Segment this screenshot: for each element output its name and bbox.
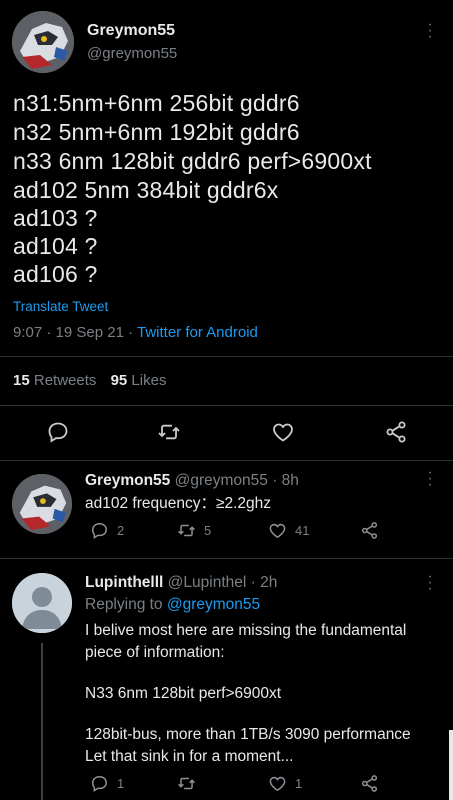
likes-count: 95 [110,372,128,389]
tweet-text-line: n31:5nm+6nm 256bit gddr6 [13,90,300,116]
reply-meta: @greymon55 · 8h [174,472,299,489]
divider [0,460,453,461]
divider [0,558,453,559]
avatar[interactable] [12,474,72,534]
reply-text-line: N33 6nm 128bit perf>6900xt [85,685,282,702]
tweet-time: 9:07 · 19 Sep 21 · [13,324,137,341]
scrollbar[interactable] [449,730,453,800]
retweet-icon [158,424,180,440]
divider [0,356,453,357]
display-name[interactable]: Greymon55 [85,472,170,489]
reply-icon [48,422,68,443]
replying-prefix: Replying to [85,596,167,613]
tweet-text-line: n33 6nm 128bit gddr6 perf>6900xt [13,148,372,174]
reply-button[interactable] [46,420,70,444]
retweet-button[interactable] [157,420,181,444]
replying-to: Replying to @greymon55 [85,596,260,614]
like-count: 41 [295,523,310,538]
divider [0,405,453,406]
like-button[interactable]: 41 [268,521,309,540]
like-button[interactable] [271,420,295,444]
reply-button[interactable]: 2 [90,521,124,540]
share-icon [386,421,406,443]
more-options-icon[interactable]: · · · [426,569,434,597]
engagement-stats: 15 Retweets 95 Likes [13,372,166,389]
tweet-text-line: ad103 ? [13,205,98,231]
tweet-timestamp: 9:07 · 19 Sep 21 · Twitter for Android [13,324,258,341]
more-options-icon[interactable]: · · · [426,465,434,493]
likes-stat[interactable]: 95 Likes [111,372,167,389]
thread-line [41,643,43,800]
like-button[interactable]: 1 [268,774,302,793]
retweet-icon [178,777,195,790]
retweet-count: 5 [204,523,212,538]
retweet-button[interactable]: 5 [177,521,211,540]
likes-label: Likes [131,372,167,389]
reply-meta: @Lupinthel · 2h [167,574,278,591]
display-name[interactable]: Lupinthelll [85,574,163,591]
reply-text: ad102 frequency：≥2.2ghz [85,495,272,512]
tweet-text-line: ad106 ? [13,261,98,287]
heart-icon [269,776,286,792]
reply-count: 2 [117,523,125,538]
avatar[interactable] [12,11,74,73]
share-icon [361,522,378,539]
display-name[interactable]: Greymon55 [87,22,175,40]
share-icon [361,775,378,792]
retweet-icon [178,524,195,537]
like-count: 1 [295,776,303,791]
reply-text-line: Let that sink in for a moment... [85,748,294,765]
share-button[interactable] [360,521,379,540]
retweets-label: Retweets [33,372,97,389]
retweets-stat[interactable]: 15 Retweets [13,372,96,389]
retweet-button[interactable] [177,774,196,793]
translate-link[interactable]: Translate Tweet [13,299,108,314]
reply-count: 1 [117,776,125,791]
tweet-text-line: ad104 ? [13,233,98,259]
reply-icon [92,523,107,540]
tweet-text-line: ad102 5nm 384bit gddr6x [13,177,279,203]
reply-button[interactable]: 1 [90,774,124,793]
share-button[interactable] [384,420,408,444]
more-options-icon[interactable]: · · · [426,17,434,45]
replying-handle[interactable]: @greymon55 [167,596,260,613]
reply-text-line: I belive most here are missing the funda… [85,622,407,639]
reply-icon [92,776,107,793]
default-avatar[interactable] [12,573,72,633]
share-button[interactable] [360,774,379,793]
tweet-source[interactable]: Twitter for Android [137,324,258,341]
reply-header: Lupinthelll @Lupinthel · 2h [85,574,277,592]
handle[interactable]: @greymon55 [87,45,177,62]
heart-icon [269,523,286,539]
retweets-count: 15 [13,372,30,389]
reply-text-line: piece of information: [85,644,225,661]
tweet-text-line: n32 5nm+6nm 192bit gddr6 [13,119,300,145]
reply-text-line: 128bit-bus, more than 1TB/s 3090 perform… [85,726,411,743]
reply-header: Greymon55 @greymon55 · 8h [85,472,299,490]
heart-icon [273,423,293,442]
